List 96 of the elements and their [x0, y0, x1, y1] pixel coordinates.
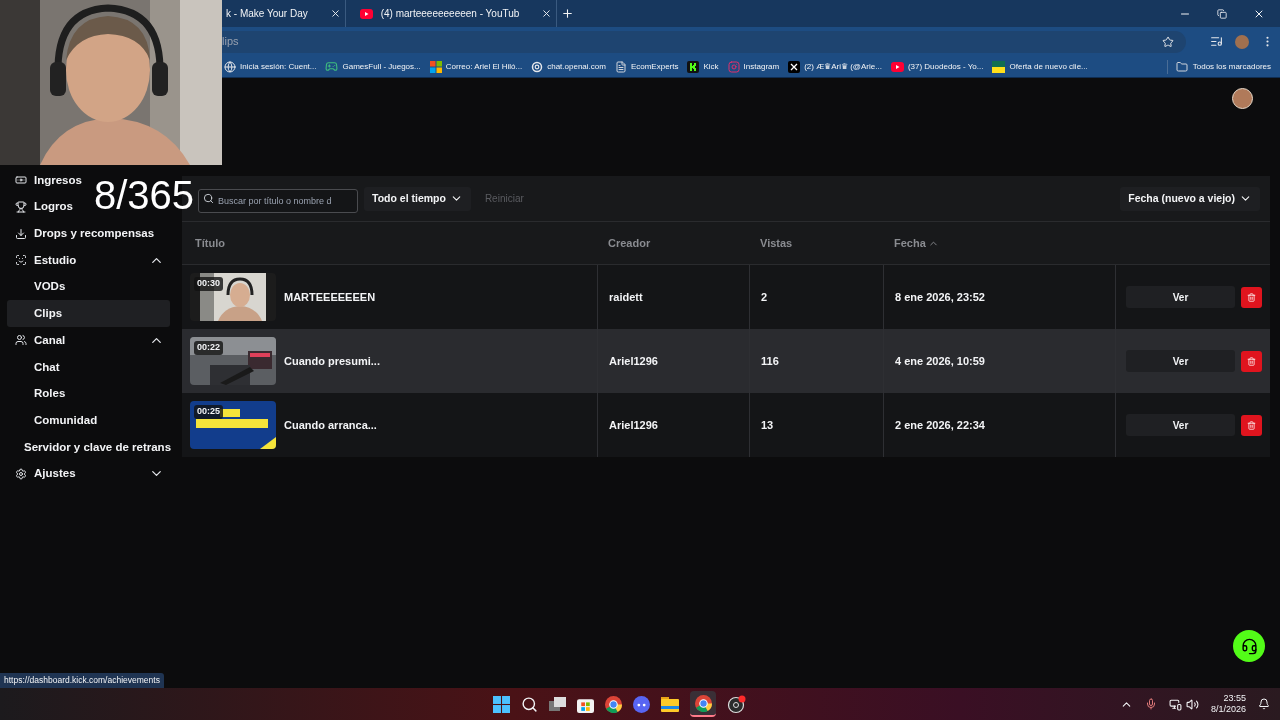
- sort-dropdown[interactable]: Fecha (nuevo a viejo): [1120, 186, 1260, 211]
- table-cell-text: Ariel1296: [609, 417, 658, 433]
- sidebar-item[interactable]: Servidor y clave de retrans: [7, 433, 178, 461]
- column-header: Título: [195, 235, 225, 251]
- bookmark[interactable]: Instagram: [727, 60, 780, 73]
- gamepad-icon: [325, 60, 339, 73]
- table-cell-text: raidett: [609, 289, 643, 305]
- sidebar-item[interactable]: Estudio: [7, 247, 170, 274]
- scan-icon: [15, 254, 27, 267]
- duration-badge: 00:30: [194, 277, 224, 291]
- support-button[interactable]: [1233, 630, 1265, 662]
- notification-icon[interactable]: [1258, 698, 1270, 710]
- microphone-icon[interactable]: [1144, 698, 1157, 710]
- restore-icon[interactable]: [1217, 8, 1227, 19]
- address-bar[interactable]: lips: [222, 30, 1186, 53]
- bookmark-star-icon[interactable]: [1162, 35, 1174, 48]
- sidebar-subitem[interactable]: Comunidad: [7, 407, 104, 434]
- bookmark[interactable]: GamesFull - Juegos...: [325, 60, 421, 73]
- volume-icon[interactable]: [1185, 697, 1199, 711]
- duration-badge: 00:22: [194, 341, 224, 355]
- close-icon[interactable]: [329, 8, 341, 19]
- sidebar-item[interactable]: Drops y recompensas: [7, 220, 161, 248]
- sidebar-item[interactable]: Ajustes: [7, 460, 170, 488]
- table-cell-text: 2: [761, 289, 768, 305]
- settings-icon: [15, 467, 27, 480]
- bookmark[interactable]: chat.openai.com: [531, 60, 606, 73]
- sidebar-item[interactable]: Logros: [7, 193, 79, 221]
- duration-badge: 00:25: [194, 405, 224, 419]
- globe-icon: [224, 60, 236, 73]
- media-icon[interactable]: [1210, 35, 1223, 48]
- delete-button[interactable]: [1241, 350, 1262, 372]
- user-avatar[interactable]: [1232, 88, 1253, 109]
- bookmark[interactable]: Inicia sesión: Cuent...: [224, 60, 317, 73]
- view-button[interactable]: Ver: [1126, 286, 1235, 308]
- clock[interactable]: 23:55 8/1/2026: [1210, 693, 1246, 715]
- task-view-icon[interactable]: [549, 696, 567, 712]
- banknote-icon: [15, 174, 27, 187]
- play-icon: [359, 8, 373, 19]
- bookmark[interactable]: Correo: Ariel El Hiló...: [429, 60, 523, 73]
- table-cell-text: 116: [761, 353, 779, 369]
- trash-icon: [1247, 292, 1256, 302]
- recorder-icon[interactable]: [727, 694, 747, 714]
- active-browser-icon[interactable]: [690, 691, 717, 717]
- sidebar-subitem[interactable]: Chat: [7, 353, 66, 381]
- windows-icon: [429, 60, 442, 73]
- folder-icon: [1175, 60, 1188, 73]
- headset-icon: [1240, 637, 1258, 655]
- play-icon: [890, 61, 904, 72]
- clip-title: MARTEEEEEEEN: [284, 289, 376, 305]
- users-icon: [15, 334, 27, 347]
- column-header: Vistas: [760, 235, 793, 251]
- page-icon: [614, 60, 627, 73]
- sidebar-item[interactable]: Canal: [7, 327, 170, 354]
- view-button[interactable]: Ver: [1126, 350, 1235, 372]
- period-dropdown[interactable]: Todo el tiempo: [364, 186, 471, 211]
- trash-icon: [1247, 356, 1256, 366]
- delete-button[interactable]: [1241, 414, 1262, 436]
- chat-app-icon[interactable]: [633, 695, 651, 713]
- table-cell-text: 8 ene 2026, 23:52: [895, 289, 985, 305]
- bookmark[interactable]: Oferta de nuevo clie...: [992, 60, 1088, 73]
- download-icon: [15, 227, 27, 240]
- instagram-icon: [727, 60, 740, 73]
- search-icon: [203, 193, 214, 204]
- browser-icon[interactable]: [605, 695, 623, 713]
- sidebar-subitem[interactable]: VODs: [7, 273, 72, 301]
- sidebar-subitem[interactable]: Clips: [7, 300, 170, 328]
- column-header: Creador: [608, 235, 651, 251]
- sidebar-subitem[interactable]: Roles: [7, 380, 72, 408]
- day-counter: 8/365: [94, 179, 195, 211]
- bookmark[interactable]: (2) Æ♛Ari♛ (@Arie...: [788, 60, 882, 73]
- table-cell-text: 4 ene 2026, 10:59: [895, 353, 985, 369]
- kick-icon: [687, 60, 700, 73]
- search-icon[interactable]: [521, 695, 539, 713]
- table-cell-text: Ariel1296: [609, 353, 658, 369]
- table-cell-text: 13: [761, 417, 774, 433]
- trophy-icon: [15, 201, 27, 214]
- x-icon: [788, 60, 801, 73]
- sidebar-item[interactable]: Ingresos: [7, 167, 88, 194]
- close-icon[interactable]: [541, 8, 553, 19]
- clip-title: Cuando arranca...: [284, 417, 377, 433]
- bookmark[interactable]: Kick: [687, 60, 719, 73]
- delete-button[interactable]: [1241, 286, 1262, 308]
- bookmark[interactable]: (37) Duodedos - Yo...: [890, 60, 984, 73]
- view-button[interactable]: Ver: [1126, 414, 1235, 436]
- windows-icon[interactable]: [493, 695, 511, 713]
- column-header[interactable]: Fecha: [894, 234, 926, 252]
- all-bookmarks[interactable]: Todos los marcadores: [1175, 60, 1271, 73]
- table-cell-text: 2 ene 2026, 22:34: [895, 417, 985, 433]
- bookmark[interactable]: EcomExperts: [614, 60, 679, 73]
- status-url: https://dashboard.kick.com/achievements: [0, 673, 164, 688]
- trash-icon: [1247, 420, 1256, 430]
- clip-title: Cuando presumi...: [284, 353, 380, 369]
- network-icon[interactable]: [1168, 697, 1182, 711]
- new-tab-icon[interactable]: [561, 7, 575, 20]
- search-field[interactable]: Buscar por título o nombre d: [198, 188, 358, 213]
- folder-icon[interactable]: [661, 696, 680, 712]
